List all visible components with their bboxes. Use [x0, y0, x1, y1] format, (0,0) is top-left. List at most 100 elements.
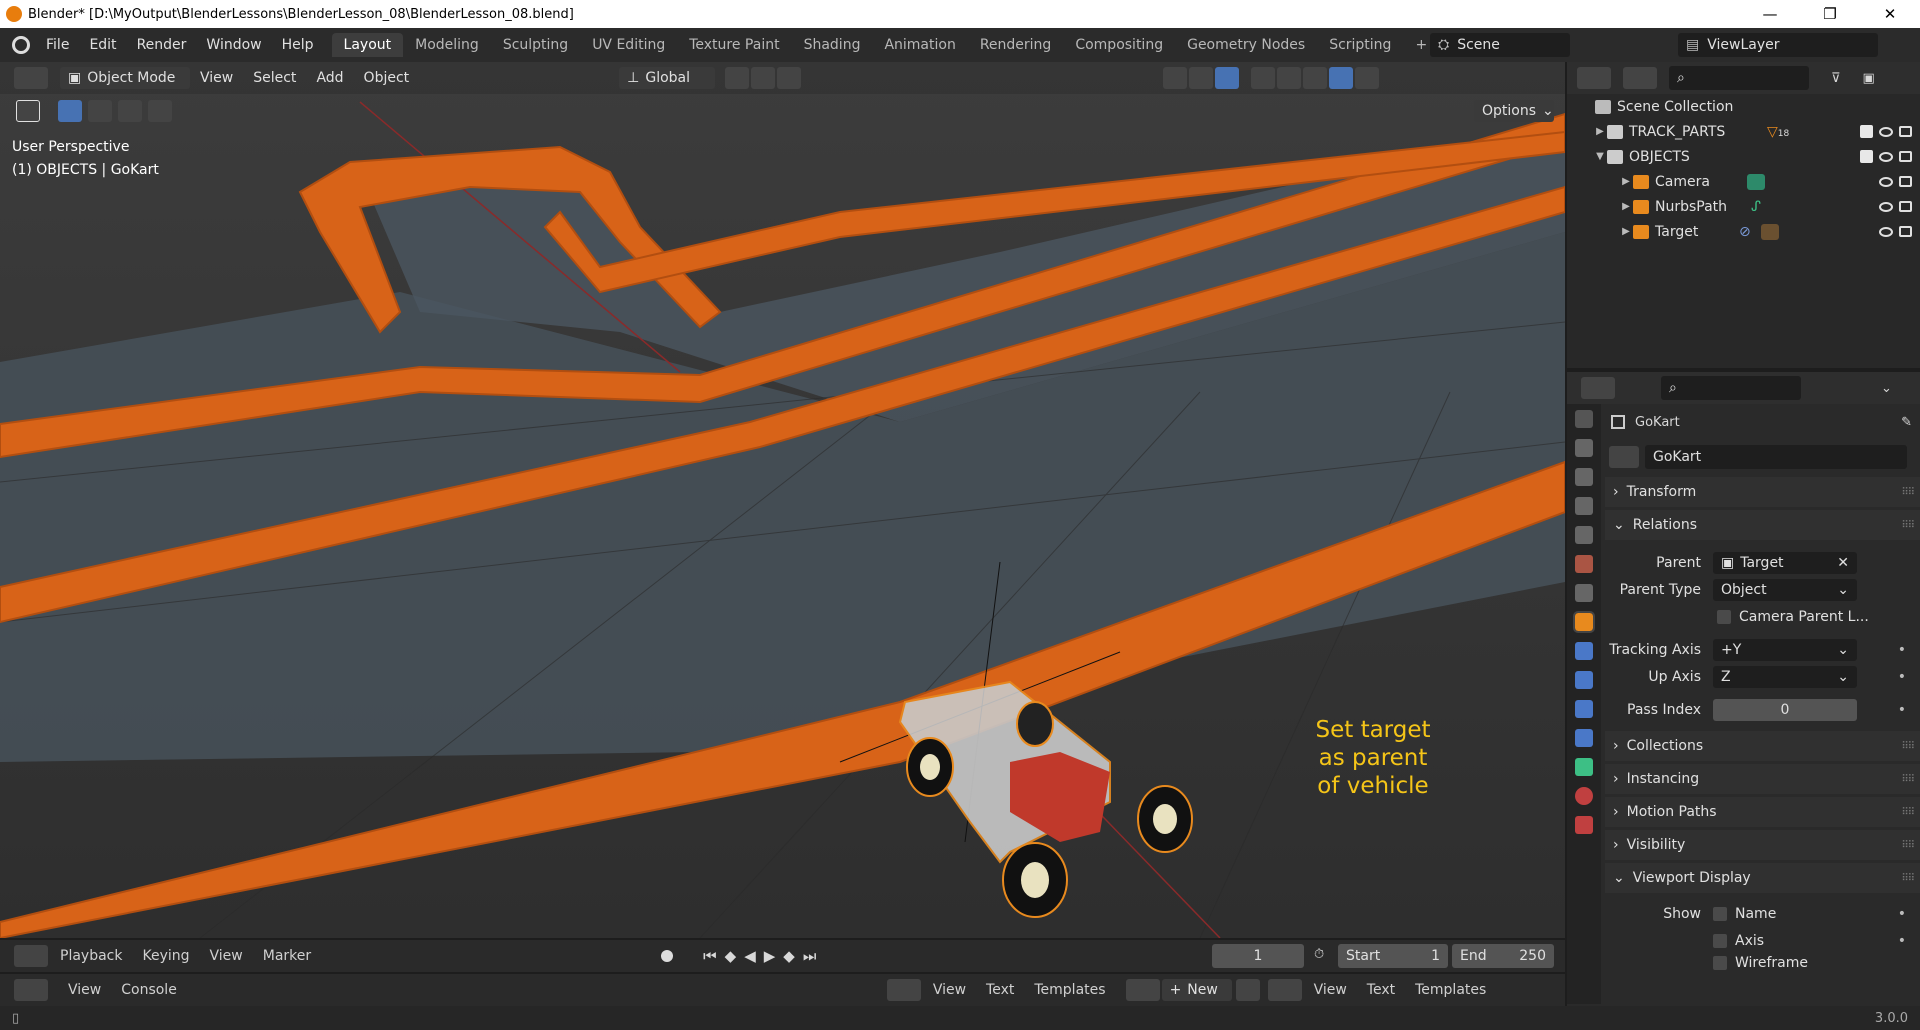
- snap-icon[interactable]: [751, 67, 776, 89]
- select-new-icon[interactable]: [58, 100, 82, 122]
- jump-start-icon[interactable]: ⏮: [703, 947, 717, 965]
- modifier-tab-icon[interactable]: [1575, 642, 1593, 660]
- text-editor-icon-3[interactable]: [1267, 979, 1302, 1001]
- solid-shading-icon[interactable]: [1303, 67, 1328, 89]
- timeline-menu-playback[interactable]: Playback: [50, 948, 132, 964]
- pass-index-field[interactable]: 0: [1713, 698, 1857, 721]
- tab-compositing[interactable]: Compositing: [1063, 33, 1175, 57]
- material-shading-icon[interactable]: [1329, 67, 1354, 89]
- tab-layout[interactable]: Layout: [331, 33, 404, 57]
- display-mode-icon[interactable]: [1623, 67, 1657, 89]
- select-invert-icon[interactable]: [148, 100, 172, 122]
- show-name-checkbox[interactable]: [1713, 906, 1727, 921]
- menu-render[interactable]: Render: [127, 37, 197, 53]
- eye-icon[interactable]: [1879, 201, 1893, 212]
- console-menu-console[interactable]: Console: [111, 982, 187, 998]
- select-extend-icon[interactable]: [88, 100, 112, 122]
- clear-icon[interactable]: ✕: [1837, 555, 1849, 571]
- timeline-menu-keying[interactable]: Keying: [132, 948, 199, 964]
- drag-handle-icon[interactable]: ⠿⠿: [1901, 741, 1915, 752]
- close-button[interactable]: ✕: [1860, 0, 1920, 28]
- eye-icon[interactable]: [1879, 126, 1893, 137]
- pin-icon[interactable]: ✎: [1901, 415, 1912, 430]
- data-tab-icon[interactable]: [1575, 758, 1593, 776]
- end-frame-field[interactable]: End 250: [1452, 944, 1554, 968]
- viewport-menu-object[interactable]: Object: [354, 70, 420, 86]
- material-tab-icon[interactable]: [1575, 787, 1593, 805]
- rendered-shading-icon[interactable]: [1355, 67, 1380, 89]
- xray-icon[interactable]: [1251, 67, 1276, 89]
- object-name-field[interactable]: GoKart: [1645, 445, 1907, 469]
- menu-edit[interactable]: Edit: [79, 37, 126, 53]
- instancing-section-header[interactable]: › Instancing ⠿⠿: [1605, 764, 1920, 794]
- animate-dot-icon[interactable]: •: [1898, 702, 1906, 718]
- start-frame-field[interactable]: Start 1: [1338, 944, 1448, 968]
- visibility-icon[interactable]: [1163, 67, 1188, 89]
- chevron-down-icon[interactable]: ⌄: [1881, 381, 1892, 396]
- tab-animation[interactable]: Animation: [872, 33, 967, 57]
- tab-shading[interactable]: Shading: [792, 33, 873, 57]
- exclude-checkbox[interactable]: [1860, 125, 1873, 138]
- camera-parent-lock-checkbox[interactable]: [1717, 609, 1731, 624]
- show-wireframe-checkbox[interactable]: [1713, 956, 1727, 970]
- outliner-row-nurbspath[interactable]: ▶ NurbsPath ᔑ: [1567, 194, 1920, 219]
- world-tab-icon[interactable]: [1575, 555, 1593, 573]
- animate-dot-icon[interactable]: •: [1898, 933, 1906, 949]
- pivot-icon[interactable]: [725, 67, 750, 89]
- properties-search-input[interactable]: ⌕: [1661, 376, 1801, 400]
- minimize-button[interactable]: —: [1740, 0, 1800, 28]
- text-menu-text[interactable]: Text: [976, 982, 1024, 998]
- 3d-viewport[interactable]: ▣ Object Mode View Select Add Object ⊥ G…: [0, 62, 1565, 938]
- filter-icon[interactable]: ⊽: [1831, 71, 1841, 86]
- up-axis-select[interactable]: Z ⌄: [1713, 665, 1857, 688]
- record-icon[interactable]: [661, 950, 674, 962]
- open-folder-icon[interactable]: [1235, 979, 1260, 1001]
- drag-handle-icon[interactable]: ⠿⠿: [1901, 807, 1915, 818]
- output-tab-icon[interactable]: [1575, 468, 1593, 486]
- text2-menu-view[interactable]: View: [1304, 982, 1357, 998]
- tab-rendering[interactable]: Rendering: [968, 33, 1064, 57]
- stopwatch-icon[interactable]: ⏱: [1314, 947, 1324, 962]
- gizmo-icon[interactable]: [1189, 67, 1214, 89]
- current-frame-field[interactable]: 1: [1212, 944, 1304, 968]
- view-layer-tab-icon[interactable]: [1575, 497, 1593, 515]
- outliner-row-scene-collection[interactable]: Scene Collection: [1567, 94, 1920, 119]
- drag-handle-icon[interactable]: ⠿⠿: [1901, 774, 1915, 785]
- viewport-menu-view[interactable]: View: [190, 70, 243, 86]
- proportional-edit-icon[interactable]: [777, 67, 802, 89]
- tab-texture-paint[interactable]: Texture Paint: [677, 33, 791, 57]
- options-dropdown[interactable]: Options ⌄: [1474, 100, 1554, 122]
- parent-field[interactable]: ▣ Target ✕: [1713, 551, 1857, 574]
- menu-file[interactable]: File: [36, 37, 79, 53]
- viewport-menu-select[interactable]: Select: [243, 70, 306, 86]
- blender-menu-icon[interactable]: [12, 36, 30, 54]
- view-layer-selector[interactable]: ▤ ViewLayer: [1678, 33, 1878, 57]
- exclude-checkbox[interactable]: [1860, 150, 1873, 163]
- tab-sculpting[interactable]: Sculpting: [491, 33, 580, 57]
- collection-tab-icon[interactable]: [1575, 584, 1593, 602]
- collections-section-header[interactable]: › Collections ⠿⠿: [1605, 731, 1920, 761]
- drag-handle-icon[interactable]: ⠿⠿: [1901, 487, 1915, 498]
- expand-arrow-icon[interactable]: ▶: [1619, 226, 1633, 237]
- camera-render-icon[interactable]: [1899, 151, 1912, 162]
- text2-menu-templates[interactable]: Templates: [1405, 982, 1496, 998]
- scene-tab-icon[interactable]: [1575, 526, 1593, 544]
- menu-window[interactable]: Window: [196, 37, 271, 53]
- texture-tab-icon[interactable]: [1575, 816, 1593, 834]
- play-icon[interactable]: ▶: [764, 947, 776, 965]
- new-collection-icon[interactable]: ▣: [1863, 71, 1875, 86]
- parent-type-select[interactable]: Object ⌄: [1713, 578, 1857, 601]
- next-keyframe-icon[interactable]: ◆: [783, 947, 795, 965]
- scene-selector[interactable]: ⛭ Scene: [1430, 33, 1570, 57]
- maximize-button[interactable]: ❐: [1800, 0, 1860, 28]
- editor-type-icon[interactable]: [14, 67, 48, 89]
- visibility-section-header[interactable]: › Visibility ⠿⠿: [1605, 830, 1920, 860]
- tracking-axis-select[interactable]: +Y ⌄: [1713, 638, 1857, 661]
- eye-icon[interactable]: [1879, 151, 1893, 162]
- animate-dot-icon[interactable]: •: [1898, 669, 1906, 685]
- text-menu-templates[interactable]: Templates: [1024, 982, 1115, 998]
- expand-arrow-icon[interactable]: ▶: [1619, 201, 1633, 212]
- relations-section-header[interactable]: ⌄ Relations ⠿⠿: [1605, 510, 1920, 540]
- menu-help[interactable]: Help: [272, 37, 324, 53]
- transform-orientation-selector[interactable]: ⊥ Global: [619, 67, 716, 89]
